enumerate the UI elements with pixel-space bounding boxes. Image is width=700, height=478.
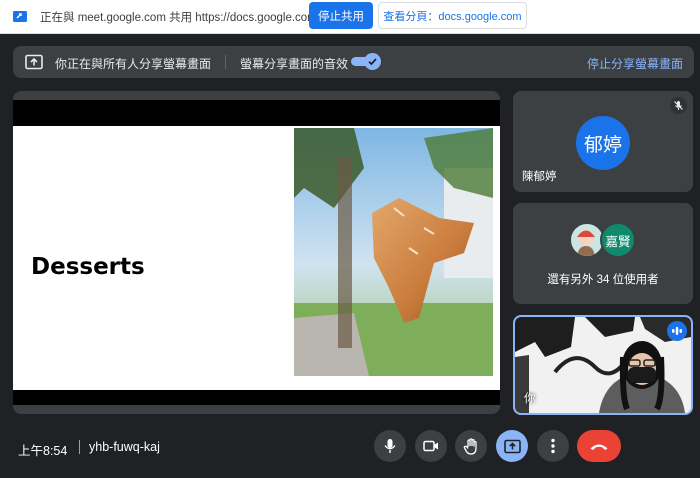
more-options-button[interactable] [537,430,569,462]
participant-tile[interactable]: 郁婷 陳郁婷 [513,91,693,192]
view-tab-button[interactable]: 查看分頁：docs.google.com [378,2,527,29]
info-divider [79,440,80,454]
banner-divider [225,55,226,69]
presenting-banner: 你正在與所有人分享螢幕畫面 螢幕分享畫面的音效 停止分享螢幕畫面 [13,46,694,78]
present-icon [503,439,521,453]
participant-name: 陳郁婷 [522,171,557,183]
tab-sharing-bar: 正在與 meet.google.com 共用 https://docs.goog… [0,0,700,34]
slide-title: Desserts [31,254,145,280]
letterbox-top [13,100,500,126]
avatar: 郁婷 [576,116,630,170]
raise-hand-button[interactable] [455,430,487,462]
audio-share-toggle[interactable] [351,53,381,70]
meeting-control-bar: 上午8:54 yhb-fuwq-kaj [0,420,700,478]
leave-call-button[interactable] [577,430,621,462]
camera-button[interactable] [415,430,447,462]
raise-hand-icon [463,437,477,455]
current-time: 上午8:54 [18,444,68,458]
toggle-knob [364,53,381,70]
hang-up-icon [590,444,608,450]
meeting-code[interactable]: yhb-fuwq-kaj [89,440,160,454]
stop-sharing-button[interactable]: 停止共用 [309,2,373,29]
microphone-button[interactable] [374,430,406,462]
other-participants-tile[interactable]: 嘉賢 還有另外 34 位使用者 [513,203,693,304]
screen-share-icon [25,54,43,70]
audio-share-label: 螢幕分享畫面的音效 [240,57,349,71]
stop-presenting-link[interactable]: 停止分享螢幕畫面 [587,55,683,72]
present-now-button[interactable] [496,430,528,462]
sharing-message: 正在與 meet.google.com 共用 https://docs.goog… [40,12,317,24]
other-participants-count: 還有另外 34 位使用者 [547,274,659,286]
presenting-text: 你正在與所有人分享螢幕畫面 [55,57,212,71]
check-icon [368,58,377,66]
mic-off-icon [670,97,687,114]
self-video-tile[interactable]: 你 [513,315,693,415]
speaking-indicator-icon [667,321,687,341]
self-name-label: 你 [524,393,536,405]
avatar: 嘉賢 [600,222,636,258]
presentation-tile: Desserts [13,91,500,414]
more-options-icon [551,438,555,454]
dessert-photo [294,128,493,376]
mic-icon [384,439,396,453]
self-camera-feed [515,317,691,413]
camera-icon [423,440,438,452]
letterbox-bottom [13,390,500,405]
tab-share-icon [13,11,27,22]
